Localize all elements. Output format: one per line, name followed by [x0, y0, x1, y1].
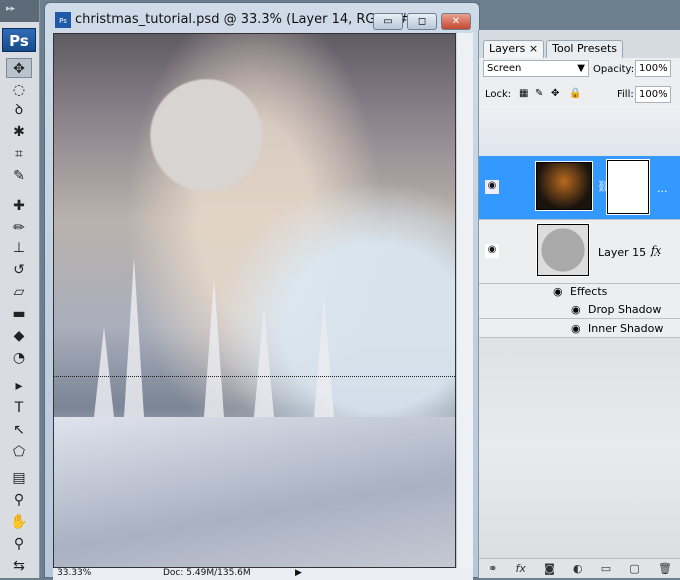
lock-all-icon[interactable]: 🔒 — [569, 88, 581, 99]
opacity-label: Opacity: — [593, 64, 635, 75]
new-group-icon[interactable]: ▭ — [601, 562, 611, 575]
blend-mode-select[interactable]: Screen ▼ — [483, 60, 589, 77]
document-title: christmas_tutorial.psd @ 33.3% (Layer 14… — [75, 12, 414, 27]
healing-tool-icon[interactable]: ✚ — [6, 196, 32, 216]
layer-list-blurred — [479, 106, 680, 156]
effect-inner-shadow[interactable]: ◉ Inner Shadow — [479, 319, 680, 338]
photoshop-logo: Ps — [2, 28, 36, 52]
snow-ground — [54, 417, 455, 567]
visibility-eye-icon[interactable]: ◉ — [485, 180, 499, 194]
minimize-button[interactable]: ▭ — [373, 13, 403, 30]
brush-tool-icon[interactable]: ✏ — [6, 218, 32, 238]
image-canvas[interactable] — [53, 33, 456, 568]
adjustment-layer-icon[interactable]: ◐ — [573, 562, 583, 575]
status-menu-arrow-icon[interactable]: ▶ — [295, 568, 302, 578]
tree — [204, 277, 224, 417]
notes-tool-icon[interactable]: ▤ — [6, 468, 32, 488]
tree — [314, 297, 334, 417]
marquee-tool-icon[interactable]: ◌ — [6, 80, 32, 100]
tab-tool-presets[interactable]: Tool Presets — [546, 40, 624, 58]
lock-transparency-icon[interactable]: ▦ — [519, 88, 528, 99]
layers-bottom-toolbar: ⚭ fx ◙ ◐ ▭ ▢ 🗑 — [479, 558, 680, 578]
type-tool-icon[interactable]: T — [6, 398, 32, 418]
history-brush-tool-icon[interactable]: ↺ — [6, 260, 32, 280]
add-style-icon[interactable]: fx — [516, 562, 526, 575]
swap-colors-icon[interactable]: ⇆ — [6, 556, 32, 576]
fill-input[interactable]: 100% — [635, 86, 671, 103]
move-tool-icon[interactable]: ✥ — [6, 58, 32, 78]
visibility-eye-icon[interactable]: ◉ — [485, 244, 499, 258]
psd-file-icon: Ps — [55, 12, 71, 28]
new-layer-icon[interactable]: ▢ — [629, 562, 639, 575]
fx-icon[interactable]: fx — [651, 244, 661, 257]
tree — [254, 307, 274, 417]
lock-label: Lock: — [485, 89, 512, 100]
status-bar: 33.33% Doc: 5.49M/135.6M ▶ — [53, 568, 473, 580]
panel-grip[interactable]: ▸▸ — [0, 0, 39, 22]
gradient-tool-icon[interactable]: ▬ — [6, 304, 32, 324]
opacity-input[interactable]: 100% — [635, 60, 671, 77]
color-sampler-tool-icon[interactable]: ⚲ — [6, 490, 32, 510]
effect-name: Inner Shadow — [588, 322, 664, 335]
tree — [94, 327, 114, 417]
layer-row[interactable]: ◉ Layer 15 ... fx — [479, 220, 680, 284]
layer-thumbnail — [535, 161, 593, 211]
path-select-tool-icon[interactable]: ▸ — [6, 376, 32, 396]
shape-tool-icon[interactable]: ⬠ — [6, 442, 32, 462]
guide-line[interactable] — [54, 376, 455, 377]
layer-name[interactable]: ... — [657, 182, 668, 195]
dodge-tool-icon[interactable]: ◔ — [6, 348, 32, 368]
layers-panel: Layers × Tool Presets Screen ▼ Opacity: 1… — [478, 30, 680, 578]
fill-label: Fill: — [617, 89, 634, 100]
visibility-eye-icon[interactable]: ◉ — [571, 303, 581, 316]
link-layers-icon[interactable]: ⚭ — [488, 562, 497, 575]
layer-mask-thumbnail[interactable] — [606, 159, 650, 215]
stamp-tool-icon[interactable]: ⊥ — [6, 238, 32, 258]
crop-tool-icon[interactable]: ⌗ — [6, 144, 32, 164]
visibility-eye-icon[interactable]: ◉ — [571, 322, 581, 335]
lock-position-icon[interactable]: ✥ — [551, 88, 559, 99]
tab-layers[interactable]: Layers × — [483, 40, 545, 58]
effect-drop-shadow[interactable]: ◉ Drop Shadow — [479, 300, 680, 319]
magic-wand-tool-icon[interactable]: ✱ — [6, 122, 32, 142]
visibility-eye-icon[interactable]: ◉ — [553, 285, 563, 298]
lasso-tool-icon[interactable]: ꝺ — [6, 100, 32, 120]
effects-row[interactable]: ◉ Effects — [479, 284, 680, 300]
add-mask-icon[interactable]: ◙ — [544, 562, 555, 575]
layer-thumbnail — [536, 223, 590, 277]
document-window: Ps christmas_tutorial.psd @ 33.3% (Layer… — [44, 2, 480, 580]
layer-list-blurred — [479, 338, 680, 558]
chevron-down-icon: ▼ — [577, 63, 585, 74]
hand-tool-icon[interactable]: ✋ — [6, 512, 32, 532]
eyedropper-tool-icon[interactable]: ✎ — [6, 166, 32, 186]
effect-name: Drop Shadow — [588, 303, 662, 316]
tree — [124, 257, 144, 417]
trash-icon[interactable]: 🗑 — [658, 562, 672, 575]
blend-mode-value: Screen — [487, 63, 522, 74]
tools-panel: ▸▸ Ps ✥ ◌ ꝺ ✱ ⌗ ✎ ✚ ✏ ⊥ ↺ ▱ ▬ ◆ ◔ ▸ T ↖ ⬠ ▤ ⚲ ✋ ⚲ ⇆ — [0, 0, 40, 578]
lock-brush-icon[interactable]: ✎ — [535, 88, 543, 99]
layer-row-selected[interactable]: ◉ ⛓ ... — [479, 156, 680, 220]
effects-label: Effects — [570, 285, 608, 298]
maximize-button[interactable]: ◻ — [407, 13, 437, 30]
zoom-tool-icon[interactable]: ⚲ — [6, 534, 32, 554]
vertical-scrollbar[interactable] — [457, 33, 473, 568]
doc-info[interactable]: Doc: 5.49M/135.6M — [163, 568, 251, 578]
eraser-tool-icon[interactable]: ▱ — [6, 282, 32, 302]
direct-select-tool-icon[interactable]: ↖ — [6, 420, 32, 440]
zoom-level[interactable]: 33.33% — [57, 568, 91, 578]
close-button[interactable]: ✕ — [441, 13, 471, 30]
blur-tool-icon[interactable]: ◆ — [6, 326, 32, 346]
